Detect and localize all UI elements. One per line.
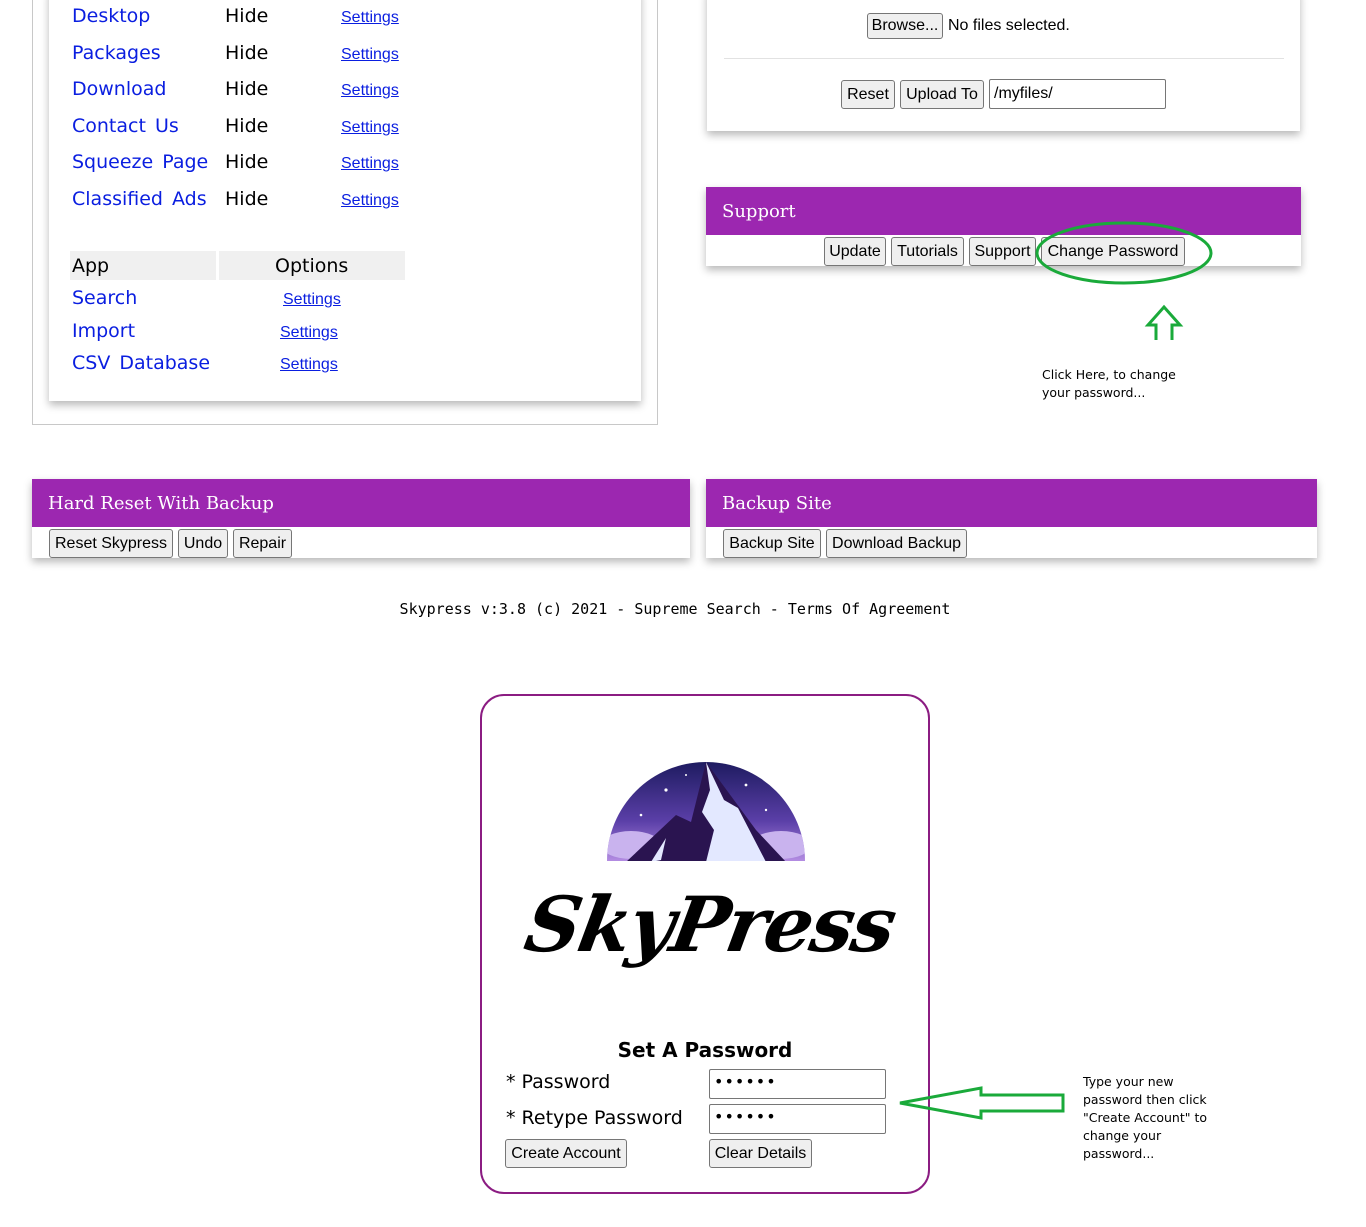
- retype-password-label: * Retype Password: [506, 1107, 683, 1129]
- password-input[interactable]: ••••••: [709, 1069, 886, 1099]
- repair-button[interactable]: Repair: [233, 529, 292, 558]
- note-line: Type your new: [1083, 1074, 1174, 1089]
- set-password-heading: Set A Password: [617, 1038, 793, 1062]
- app-link-search[interactable]: Search: [72, 287, 137, 309]
- app-state-packages[interactable]: Hide: [225, 42, 268, 64]
- app-link-contact-us[interactable]: Contact Us: [72, 115, 179, 137]
- app-link-csv-database[interactable]: CSV Database: [72, 352, 210, 374]
- settings-link-download[interactable]: Settings: [341, 82, 399, 100]
- password-label: * Password: [506, 1071, 611, 1093]
- settings-link-search[interactable]: Settings: [283, 291, 341, 309]
- highlight-ellipse: [1035, 221, 1213, 285]
- update-button[interactable]: Update: [824, 237, 886, 266]
- upload-path-input[interactable]: [989, 79, 1166, 109]
- settings-link-classified-ads[interactable]: Settings: [341, 192, 399, 210]
- app-state-contact-us[interactable]: Hide: [225, 115, 268, 137]
- note-line: change your: [1083, 1128, 1162, 1143]
- download-backup-button[interactable]: Download Backup: [826, 529, 967, 558]
- upload-divider: [724, 58, 1284, 59]
- note-line: "Create Account" to: [1083, 1110, 1207, 1125]
- note-line: your password...: [1042, 385, 1146, 400]
- app-state-squeeze-page[interactable]: Hide: [225, 151, 268, 173]
- app-link-import[interactable]: Import: [72, 320, 135, 342]
- app-state-download[interactable]: Hide: [225, 78, 268, 100]
- app-link-download[interactable]: Download: [72, 78, 166, 100]
- note-line: password then click: [1083, 1092, 1207, 1107]
- backup-header: Backup Site: [706, 479, 1317, 527]
- reset-upload-button[interactable]: Reset: [841, 80, 895, 109]
- app-link-squeeze-page[interactable]: Squeeze Page: [72, 151, 208, 173]
- table-header-options-label: Options: [275, 255, 349, 277]
- skypress-logo-wordmark: SkyPress: [518, 880, 902, 969]
- left-arrow-icon: [899, 1086, 1065, 1120]
- upload-to-button[interactable]: Upload To: [900, 80, 984, 109]
- support-button[interactable]: Support: [969, 237, 1036, 266]
- table-header-app-label: App: [72, 255, 110, 277]
- retype-password-input[interactable]: ••••••: [709, 1104, 886, 1134]
- settings-link-contact-us[interactable]: Settings: [341, 119, 399, 137]
- app-state-desktop[interactable]: Hide: [225, 5, 268, 27]
- settings-link-desktop[interactable]: Settings: [341, 9, 399, 27]
- settings-link-packages[interactable]: Settings: [341, 46, 399, 64]
- settings-link-import[interactable]: Settings: [280, 324, 338, 342]
- app-link-desktop[interactable]: Desktop: [72, 5, 150, 27]
- note-line: password...: [1083, 1146, 1155, 1161]
- clear-details-button[interactable]: Clear Details: [709, 1139, 812, 1168]
- hard-reset-header: Hard Reset With Backup: [32, 479, 690, 527]
- backup-site-button[interactable]: Backup Site: [723, 529, 821, 558]
- settings-link-squeeze-page[interactable]: Settings: [341, 155, 399, 173]
- note-line: Click Here, to change: [1042, 367, 1176, 382]
- up-arrow-icon: [1144, 304, 1184, 340]
- change-password-highlight: [1035, 221, 1213, 340]
- browse-button[interactable]: Browse...: [867, 13, 943, 39]
- change-password-note: Click Here, to change your password...: [1042, 366, 1176, 402]
- settings-link-csv-database[interactable]: Settings: [280, 356, 338, 374]
- tutorials-button[interactable]: Tutorials: [891, 237, 964, 266]
- app-link-packages[interactable]: Packages: [72, 42, 161, 64]
- create-account-button[interactable]: Create Account: [505, 1139, 627, 1168]
- no-files-text: No files selected.: [948, 17, 1070, 34]
- skypress-logo-emblem: [607, 762, 805, 861]
- app-link-classified-ads[interactable]: Classified Ads: [72, 188, 207, 210]
- undo-button[interactable]: Undo: [178, 529, 228, 558]
- password-note: Type your new password then click "Creat…: [1083, 1073, 1207, 1163]
- footer-text[interactable]: Skypress v:3.8 (c) 2021 - Supreme Search…: [0, 600, 1350, 618]
- app-state-classified-ads[interactable]: Hide: [225, 188, 268, 210]
- reset-skypress-button[interactable]: Reset Skypress: [49, 529, 173, 558]
